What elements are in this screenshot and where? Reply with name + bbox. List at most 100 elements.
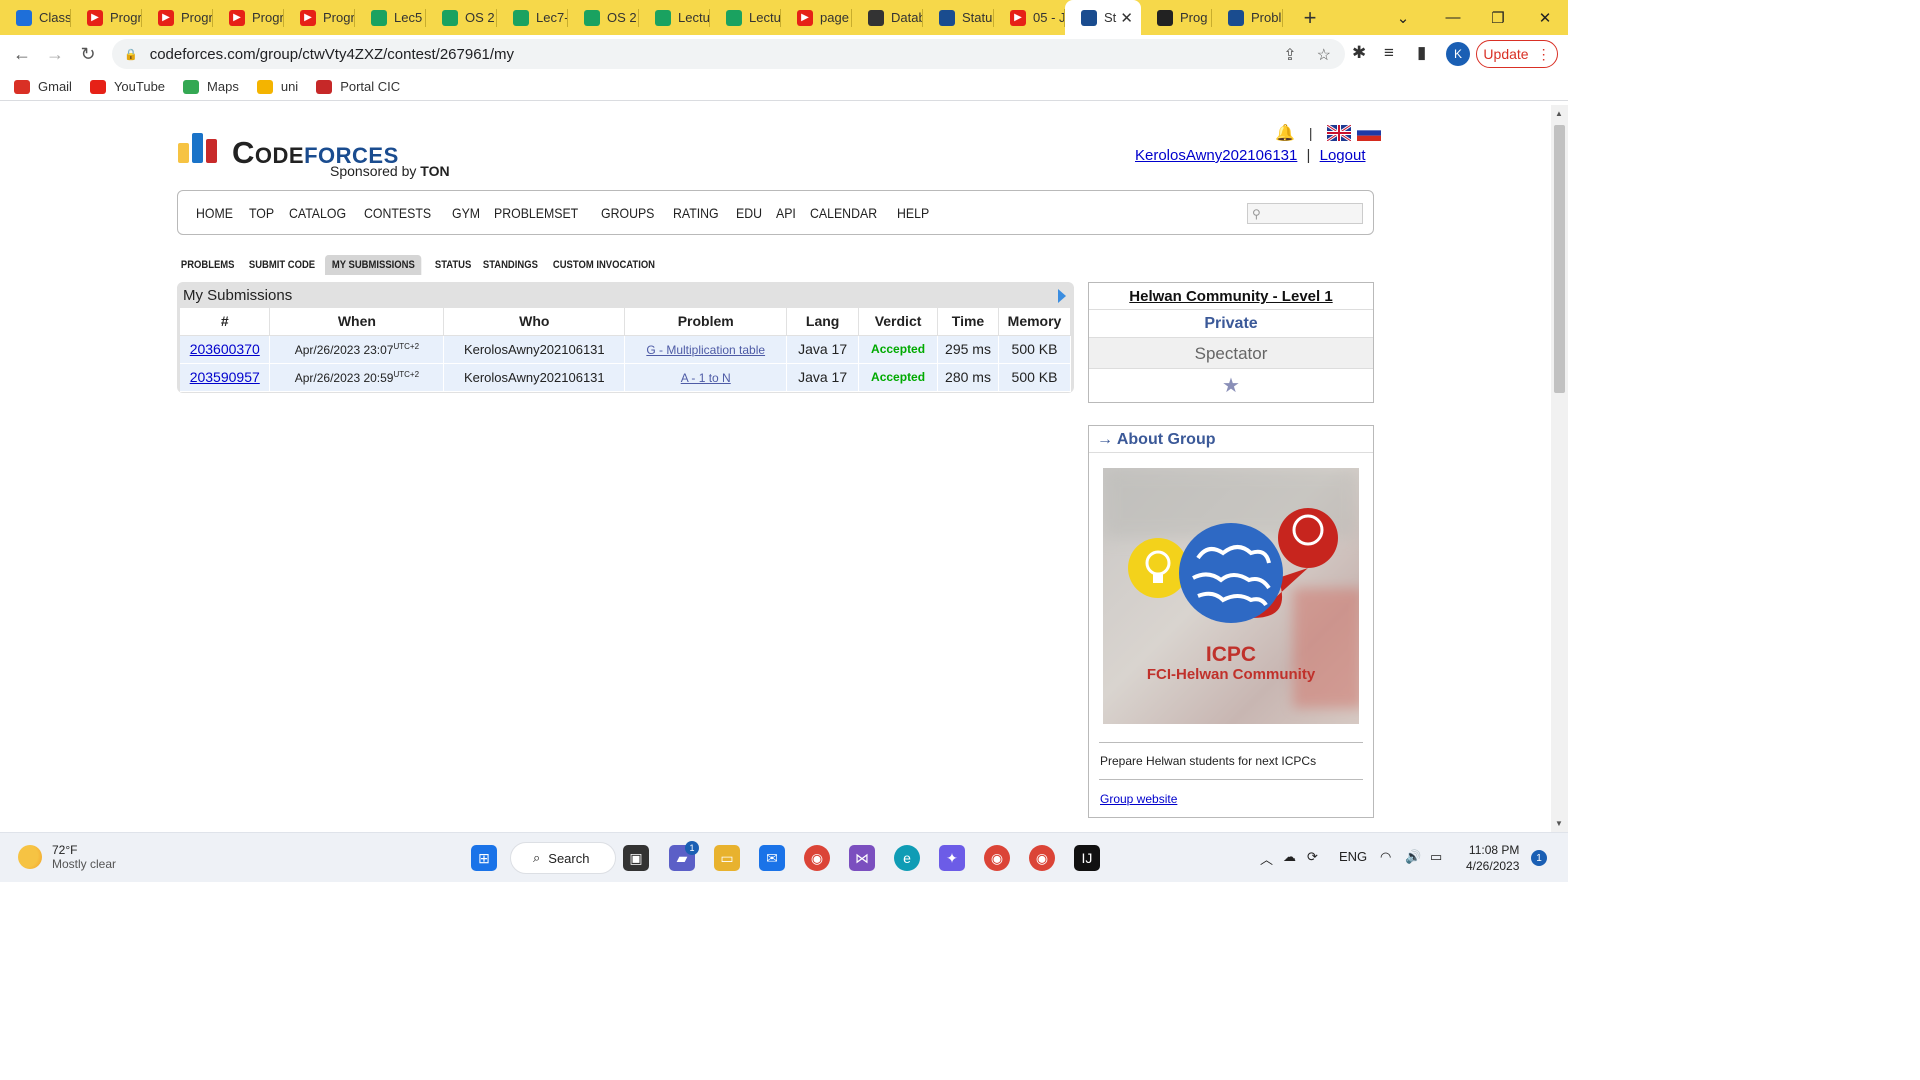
favourite-star-icon[interactable]: ★ <box>1089 369 1373 403</box>
extensions-icon[interactable]: ✱ <box>1352 43 1366 63</box>
menu-item-contests[interactable]: CONTESTS <box>364 205 431 221</box>
menu-item-api[interactable]: API <box>776 205 796 221</box>
minimize-icon[interactable]: — <box>1430 0 1476 35</box>
bookmark-star-icon[interactable]: ☆ <box>1317 45 1331 65</box>
restore-icon[interactable]: ❐ <box>1475 0 1521 35</box>
menu-item-rating[interactable]: RATING <box>673 205 719 221</box>
menu-item-catalog[interactable]: CATALOG <box>289 205 346 221</box>
browser-tab[interactable]: ▶ 05 - J <box>994 0 1065 35</box>
reload-icon[interactable]: ↻ <box>72 38 104 70</box>
battery-icon[interactable]: ▭ <box>1430 849 1442 865</box>
onedrive-icon[interactable]: ☁ <box>1283 849 1296 865</box>
browser-tab[interactable]: ▶ page <box>781 0 852 35</box>
chrome-profile-icon[interactable]: ◉ <box>984 845 1010 871</box>
scrollbar-thumb[interactable] <box>1554 125 1565 393</box>
back-icon[interactable]: ← <box>6 38 38 70</box>
menu-item-calendar[interactable]: CALENDAR <box>810 205 877 221</box>
notification-badge[interactable]: 1 <box>1531 850 1547 866</box>
browser-tab[interactable]: Lectu <box>710 0 781 35</box>
browser-tab[interactable]: Classr <box>0 0 71 35</box>
browser-tab[interactable]: ▶ Progr <box>71 0 142 35</box>
submission-id-link[interactable]: 203590957 <box>190 369 260 385</box>
windows-start-icon[interactable]: ⊞ <box>471 845 497 871</box>
contest-name-link[interactable]: Helwan Community - Level 1 <box>1089 283 1373 310</box>
browser-tab[interactable]: OS 2 <box>426 0 497 35</box>
intellij-icon[interactable]: IJ <box>1074 845 1100 871</box>
browser-tab[interactable]: Lec5 <box>355 0 426 35</box>
side-panel-icon[interactable]: ▮ <box>1417 43 1426 63</box>
site-search-input[interactable]: ⚲ <box>1247 203 1363 224</box>
input-language[interactable]: ENG <box>1339 849 1367 864</box>
volume-icon[interactable]: 🔊 <box>1405 849 1421 865</box>
expand-arrow-icon[interactable] <box>1058 289 1066 303</box>
bookmark-item[interactable]: Portal CIC <box>316 79 400 94</box>
bookmark-item[interactable]: Maps <box>183 79 239 94</box>
menu-item-top[interactable]: TOP <box>249 205 274 221</box>
browser-tab[interactable]: St ✕ <box>1065 0 1141 35</box>
problem-link[interactable]: G - Multiplication table <box>646 343 765 357</box>
browser-tab[interactable]: Lectu <box>639 0 710 35</box>
taskbar-search[interactable]: ⌕ Search <box>510 842 616 874</box>
menu-item-help[interactable]: HELP <box>897 205 929 221</box>
system-clock[interactable]: 11:08 PM 4/26/2023 <box>1466 842 1519 874</box>
update-button[interactable]: Update ⋮ <box>1476 40 1558 68</box>
profile-avatar[interactable]: K <box>1446 42 1470 66</box>
url-input[interactable]: 🔒 codeforces.com/group/ctwVty4ZXZ/contes… <box>112 39 1345 69</box>
tab-label: page <box>820 10 849 25</box>
browser-tab[interactable]: Probl <box>1212 0 1283 35</box>
edge-icon[interactable]: e <box>894 845 920 871</box>
task-view-icon[interactable]: ▣ <box>623 845 649 871</box>
russian-flag-icon[interactable] <box>1356 125 1381 141</box>
browser-tab[interactable]: ▶ Progr <box>142 0 213 35</box>
browser-tab[interactable]: ▶ Progr <box>284 0 355 35</box>
chrome-icon[interactable]: ◉ <box>804 845 830 871</box>
close-window-icon[interactable]: ✕ <box>1522 0 1568 35</box>
file-explorer-icon[interactable]: ▭ <box>714 845 740 871</box>
english-flag-icon[interactable] <box>1326 125 1351 141</box>
page-scrollbar[interactable]: ▲ ▼ <box>1551 105 1568 832</box>
copilot-icon[interactable]: ✦ <box>939 845 965 871</box>
close-tab-icon[interactable]: ✕ <box>1120 9 1133 27</box>
logout-link[interactable]: Logout <box>1320 147 1366 164</box>
subtab-problems[interactable]: PROBLEMS <box>174 255 241 275</box>
browser-tab[interactable]: Statu <box>923 0 994 35</box>
forward-icon[interactable]: → <box>39 38 71 70</box>
menu-item-home[interactable]: HOME <box>196 205 233 221</box>
browser-tab[interactable]: Datab <box>852 0 923 35</box>
menu-item-gym[interactable]: GYM <box>452 205 480 221</box>
group-website-link[interactable]: Group website <box>1100 792 1177 806</box>
new-tab-icon[interactable]: + <box>1295 3 1325 33</box>
browser-tab[interactable]: ▶ Progr <box>213 0 284 35</box>
menu-item-edu[interactable]: EDU <box>736 205 762 221</box>
mail-icon[interactable]: ✉ <box>759 845 785 871</box>
subtab-standings[interactable]: STANDINGS <box>476 255 545 275</box>
subtab-status[interactable]: STATUS <box>428 255 478 275</box>
notification-bell-icon[interactable]: 🔔 <box>1275 123 1295 143</box>
bookmark-item[interactable]: Gmail <box>14 79 72 94</box>
visual-studio-icon[interactable]: ⋈ <box>849 845 875 871</box>
subtab-custom-invocation[interactable]: CUSTOM INVOCATION <box>546 255 662 275</box>
weather-widget[interactable]: 72°F Mostly clear <box>18 843 116 871</box>
tab-search-icon[interactable]: ⌄ <box>1380 0 1426 35</box>
bookmark-item[interactable]: YouTube <box>89 79 165 94</box>
share-icon[interactable]: ⇪ <box>1283 45 1296 65</box>
browser-tab[interactable]: Lec7- <box>497 0 568 35</box>
subtab-submit-code[interactable]: SUBMIT CODE <box>242 255 322 275</box>
problem-link[interactable]: A - 1 to N <box>681 371 731 385</box>
menu-item-groups[interactable]: GROUPS <box>601 205 654 221</box>
sync-icon[interactable]: ⟳ <box>1307 849 1318 865</box>
chrome-profile-2-icon[interactable]: ◉ <box>1029 845 1055 871</box>
scroll-down-icon[interactable]: ▼ <box>1555 819 1563 828</box>
show-hidden-icons-icon[interactable]: ︿ <box>1260 849 1273 868</box>
wifi-icon[interactable]: ◠ <box>1380 849 1391 865</box>
scroll-up-icon[interactable]: ▲ <box>1555 109 1563 118</box>
bookmark-item[interactable]: uni <box>256 79 298 94</box>
subtab-my-submissions[interactable]: MY SUBMISSIONS <box>325 255 422 275</box>
submission-id-link[interactable]: 203600370 <box>190 341 260 357</box>
media-control-icon[interactable]: ≡ <box>1384 43 1394 63</box>
address-bar: ← → ↻ 🔒 codeforces.com/group/ctwVty4ZXZ/… <box>0 35 1568 73</box>
username-link[interactable]: KerolosAwny202106131 <box>1135 147 1297 164</box>
browser-tab[interactable]: Prog <box>1141 0 1212 35</box>
browser-tab[interactable]: OS 2 <box>568 0 639 35</box>
menu-item-problemset[interactable]: PROBLEMSET <box>494 205 578 221</box>
